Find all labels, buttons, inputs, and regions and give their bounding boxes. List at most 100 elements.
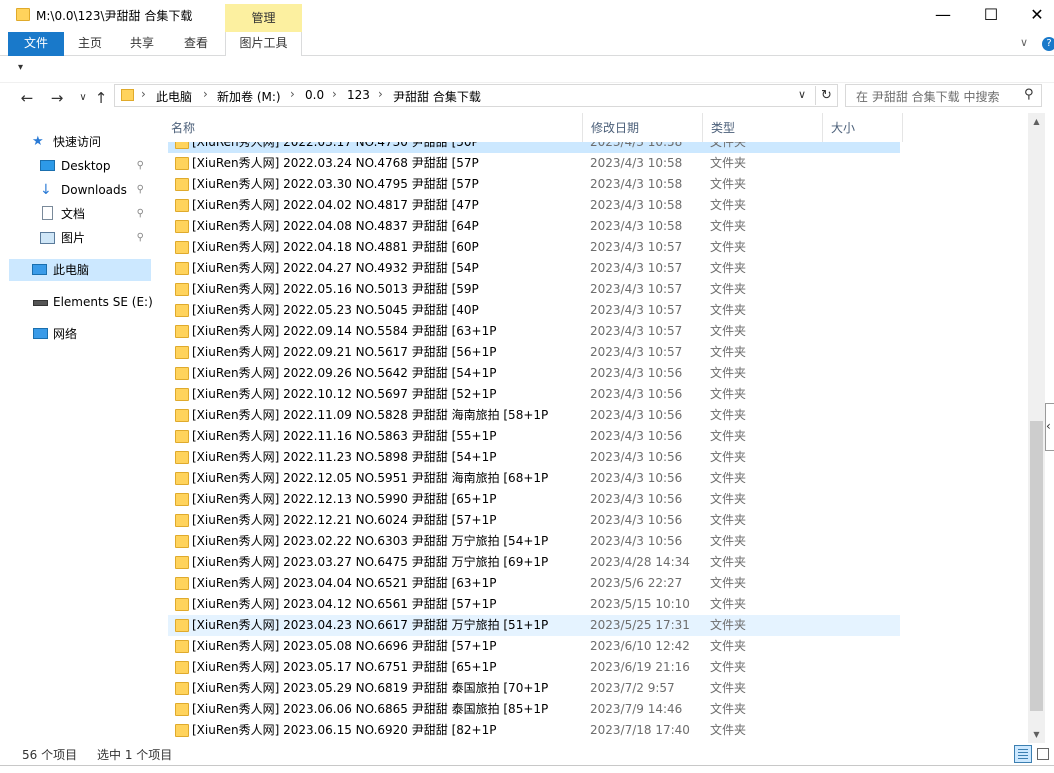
breadcrumb-volume[interactable]: 新加卷 (M:) [217,88,281,105]
pin-icon[interactable]: ⚲ [137,155,144,177]
address-dropdown-icon[interactable]: ∨ [798,88,806,101]
scroll-down-icon[interactable]: ▼ [1028,726,1045,743]
breadcrumb-separator-icon: › [203,87,208,101]
file-list: [XiuRen秀人网] 2022.03.17 NO.4730 尹甜甜 [50P 2… [163,113,1028,743]
file-type: 文件夹 [710,639,747,653]
file-date: 2023/5/25 17:31 [590,618,690,632]
nav-network[interactable]: 网络 [32,323,152,345]
table-row[interactable]: [XiuRen秀人网] 2022.12.21 NO.6024 尹甜甜 [57+1… [168,510,900,531]
table-row[interactable]: [XiuRen秀人网] 2022.03.30 NO.4795 尹甜甜 [57P 2… [168,174,900,195]
table-row[interactable]: [XiuRen秀人网] 2022.04.27 NO.4932 尹甜甜 [54P 2… [168,258,900,279]
table-row[interactable]: [XiuRen秀人网] 2022.11.23 NO.5898 尹甜甜 [54+1… [168,447,900,468]
file-type: 文件夹 [710,702,747,716]
up-button[interactable]: ↑ [90,88,112,108]
file-name: [XiuRen秀人网] 2022.12.05 NO.5951 尹甜甜 海南旅拍 … [192,471,549,485]
file-type: 文件夹 [710,240,747,254]
chevron-left-icon[interactable]: ‹ [1045,403,1054,451]
file-date: 2023/6/10 12:42 [590,639,690,653]
table-row[interactable]: [XiuRen秀人网] 2023.05.08 NO.6696 尹甜甜 [57+1… [168,636,900,657]
maximize-button[interactable]: ☐ [968,0,1014,32]
table-row[interactable]: [XiuRen秀人网] 2023.05.29 NO.6819 尹甜甜 泰国旅拍 … [168,678,900,699]
table-row[interactable]: [XiuRen秀人网] 2022.09.21 NO.5617 尹甜甜 [56+1… [168,342,900,363]
tab-picture-tools[interactable]: 图片工具 [225,32,302,57]
file-name: [XiuRen秀人网] 2022.09.26 NO.5642 尹甜甜 [54+1… [192,366,497,380]
table-row[interactable]: [XiuRen秀人网] 2022.09.14 NO.5584 尹甜甜 [63+1… [168,321,900,342]
file-name: [XiuRen秀人网] 2022.03.24 NO.4768 尹甜甜 [57P [192,156,479,170]
search-input[interactable]: 在 尹甜甜 合集下载 中搜索 ⚲ [845,84,1042,107]
large-icons-view-button[interactable] [1034,745,1052,763]
chevron-down-icon[interactable]: ∨ [1020,36,1028,49]
table-row[interactable]: [XiuRen秀人网] 2023.06.06 NO.6865 尹甜甜 泰国旅拍 … [168,699,900,720]
details-view-icon [1018,749,1028,750]
manage-context-tab[interactable]: 管理 [225,4,302,32]
table-row[interactable]: [XiuRen秀人网] 2023.02.22 NO.6303 尹甜甜 万宁旅拍 … [168,531,900,552]
address-bar[interactable]: › 此电脑 › 新加卷 (M:) › 0.0 › 123 › 尹甜甜 合集下载 … [114,84,838,107]
close-button[interactable]: ✕ [1014,0,1054,32]
breadcrumb-this-pc[interactable]: 此电脑 [156,88,192,105]
tab-view[interactable]: 查看 [172,32,220,56]
vertical-scrollbar[interactable]: ▲ ▼ [1028,113,1045,743]
quick-access-toolbar: ▾ [0,56,1054,83]
file-type: 文件夹 [710,471,747,485]
folder-icon [175,367,189,380]
pin-icon[interactable]: ⚲ [137,203,144,225]
tab-file[interactable]: 文件 [8,32,64,56]
search-icon[interactable]: ⚲ [1024,87,1034,102]
nav-this-pc[interactable]: 此电脑 [9,259,151,281]
nav-documents[interactable]: 文档 ⚲ [38,203,152,225]
search-placeholder: 在 尹甜甜 合集下载 中搜索 [856,90,1000,104]
tab-share[interactable]: 共享 [118,32,166,56]
table-row[interactable]: [XiuRen秀人网] 2023.06.15 NO.6920 尹甜甜 [82+1… [168,720,900,741]
table-row[interactable]: [XiuRen秀人网] 2022.04.18 NO.4881 尹甜甜 [60P 2… [168,237,900,258]
table-row[interactable]: [XiuRen秀人网] 2022.12.05 NO.5951 尹甜甜 海南旅拍 … [168,468,900,489]
forward-button[interactable]: → [46,88,68,108]
pin-icon[interactable]: ⚲ [137,179,144,201]
table-row[interactable]: [XiuRen秀人网] 2022.04.08 NO.4837 尹甜甜 [64P 2… [168,216,900,237]
desktop-icon [40,160,55,171]
table-row[interactable]: [XiuRen秀人网] 2022.05.23 NO.5045 尹甜甜 [40P 2… [168,300,900,321]
table-row[interactable]: [XiuRen秀人网] 2023.04.12 NO.6561 尹甜甜 [57+1… [168,594,900,615]
file-name: [XiuRen秀人网] 2022.03.30 NO.4795 尹甜甜 [57P [192,177,479,191]
scroll-up-icon[interactable]: ▲ [1028,113,1045,130]
table-row[interactable]: [XiuRen秀人网] 2022.11.16 NO.5863 尹甜甜 [55+1… [168,426,900,447]
column-date[interactable]: 修改日期 [583,113,703,142]
file-type: 文件夹 [710,345,747,359]
customize-qat-icon[interactable]: ▾ [18,62,23,73]
table-row[interactable]: [XiuRen秀人网] 2022.03.24 NO.4768 尹甜甜 [57P 2… [168,153,900,174]
nav-quick-access[interactable]: ★ 快速访问 [32,131,152,153]
table-row[interactable]: [XiuRen秀人网] 2022.11.09 NO.5828 尹甜甜 海南旅拍 … [168,405,900,426]
nav-pictures[interactable]: 图片 ⚲ [38,227,152,249]
nav-elements-drive[interactable]: Elements SE (E:) [32,291,153,313]
scroll-thumb[interactable] [1030,421,1043,711]
pin-icon[interactable]: ⚲ [137,227,144,249]
table-row[interactable]: [XiuRen秀人网] 2023.04.23 NO.6617 尹甜甜 万宁旅拍 … [168,615,900,636]
nav-downloads[interactable]: ↓ Downloads ⚲ [38,179,152,201]
table-row[interactable]: [XiuRen秀人网] 2023.03.27 NO.6475 尹甜甜 万宁旅拍 … [168,552,900,573]
back-button[interactable]: ← [16,88,38,108]
table-row[interactable]: [XiuRen秀人网] 2022.10.12 NO.5697 尹甜甜 [52+1… [168,384,900,405]
breadcrumb-current-folder[interactable]: 尹甜甜 合集下载 [393,88,481,105]
file-date: 2023/7/9 14:46 [590,702,683,716]
column-type[interactable]: 类型 [703,113,823,142]
table-row[interactable]: [XiuRen秀人网] 2023.04.04 NO.6521 尹甜甜 [63+1… [168,573,900,594]
folder-icon [175,304,189,317]
minimize-button[interactable]: — [920,0,966,32]
file-name: [XiuRen秀人网] 2022.10.12 NO.5697 尹甜甜 [52+1… [192,387,497,401]
file-name: [XiuRen秀人网] 2022.12.13 NO.5990 尹甜甜 [65+1… [192,492,497,506]
nav-desktop[interactable]: Desktop ⚲ [38,155,152,177]
details-view-button[interactable] [1014,745,1032,763]
refresh-icon[interactable]: ↻ [815,86,837,105]
help-icon[interactable]: ? [1042,37,1054,51]
table-row[interactable]: [XiuRen秀人网] 2022.05.16 NO.5013 尹甜甜 [59P 2… [168,279,900,300]
table-row[interactable]: [XiuRen秀人网] 2022.04.02 NO.4817 尹甜甜 [47P 2… [168,195,900,216]
column-header: ^ 名称 修改日期 类型 大小 [163,113,903,142]
breadcrumb-folder-0-0[interactable]: 0.0 [305,88,324,102]
tab-home[interactable]: 主页 [66,32,114,56]
table-row[interactable]: [XiuRen秀人网] 2022.12.13 NO.5990 尹甜甜 [65+1… [168,489,900,510]
breadcrumb-folder-123[interactable]: 123 [347,88,370,102]
column-name[interactable]: 名称 [163,113,583,142]
column-size[interactable]: 大小 [823,113,903,142]
nav-label: 文档 [61,207,86,221]
table-row[interactable]: [XiuRen秀人网] 2023.05.17 NO.6751 尹甜甜 [65+1… [168,657,900,678]
table-row[interactable]: [XiuRen秀人网] 2022.09.26 NO.5642 尹甜甜 [54+1… [168,363,900,384]
